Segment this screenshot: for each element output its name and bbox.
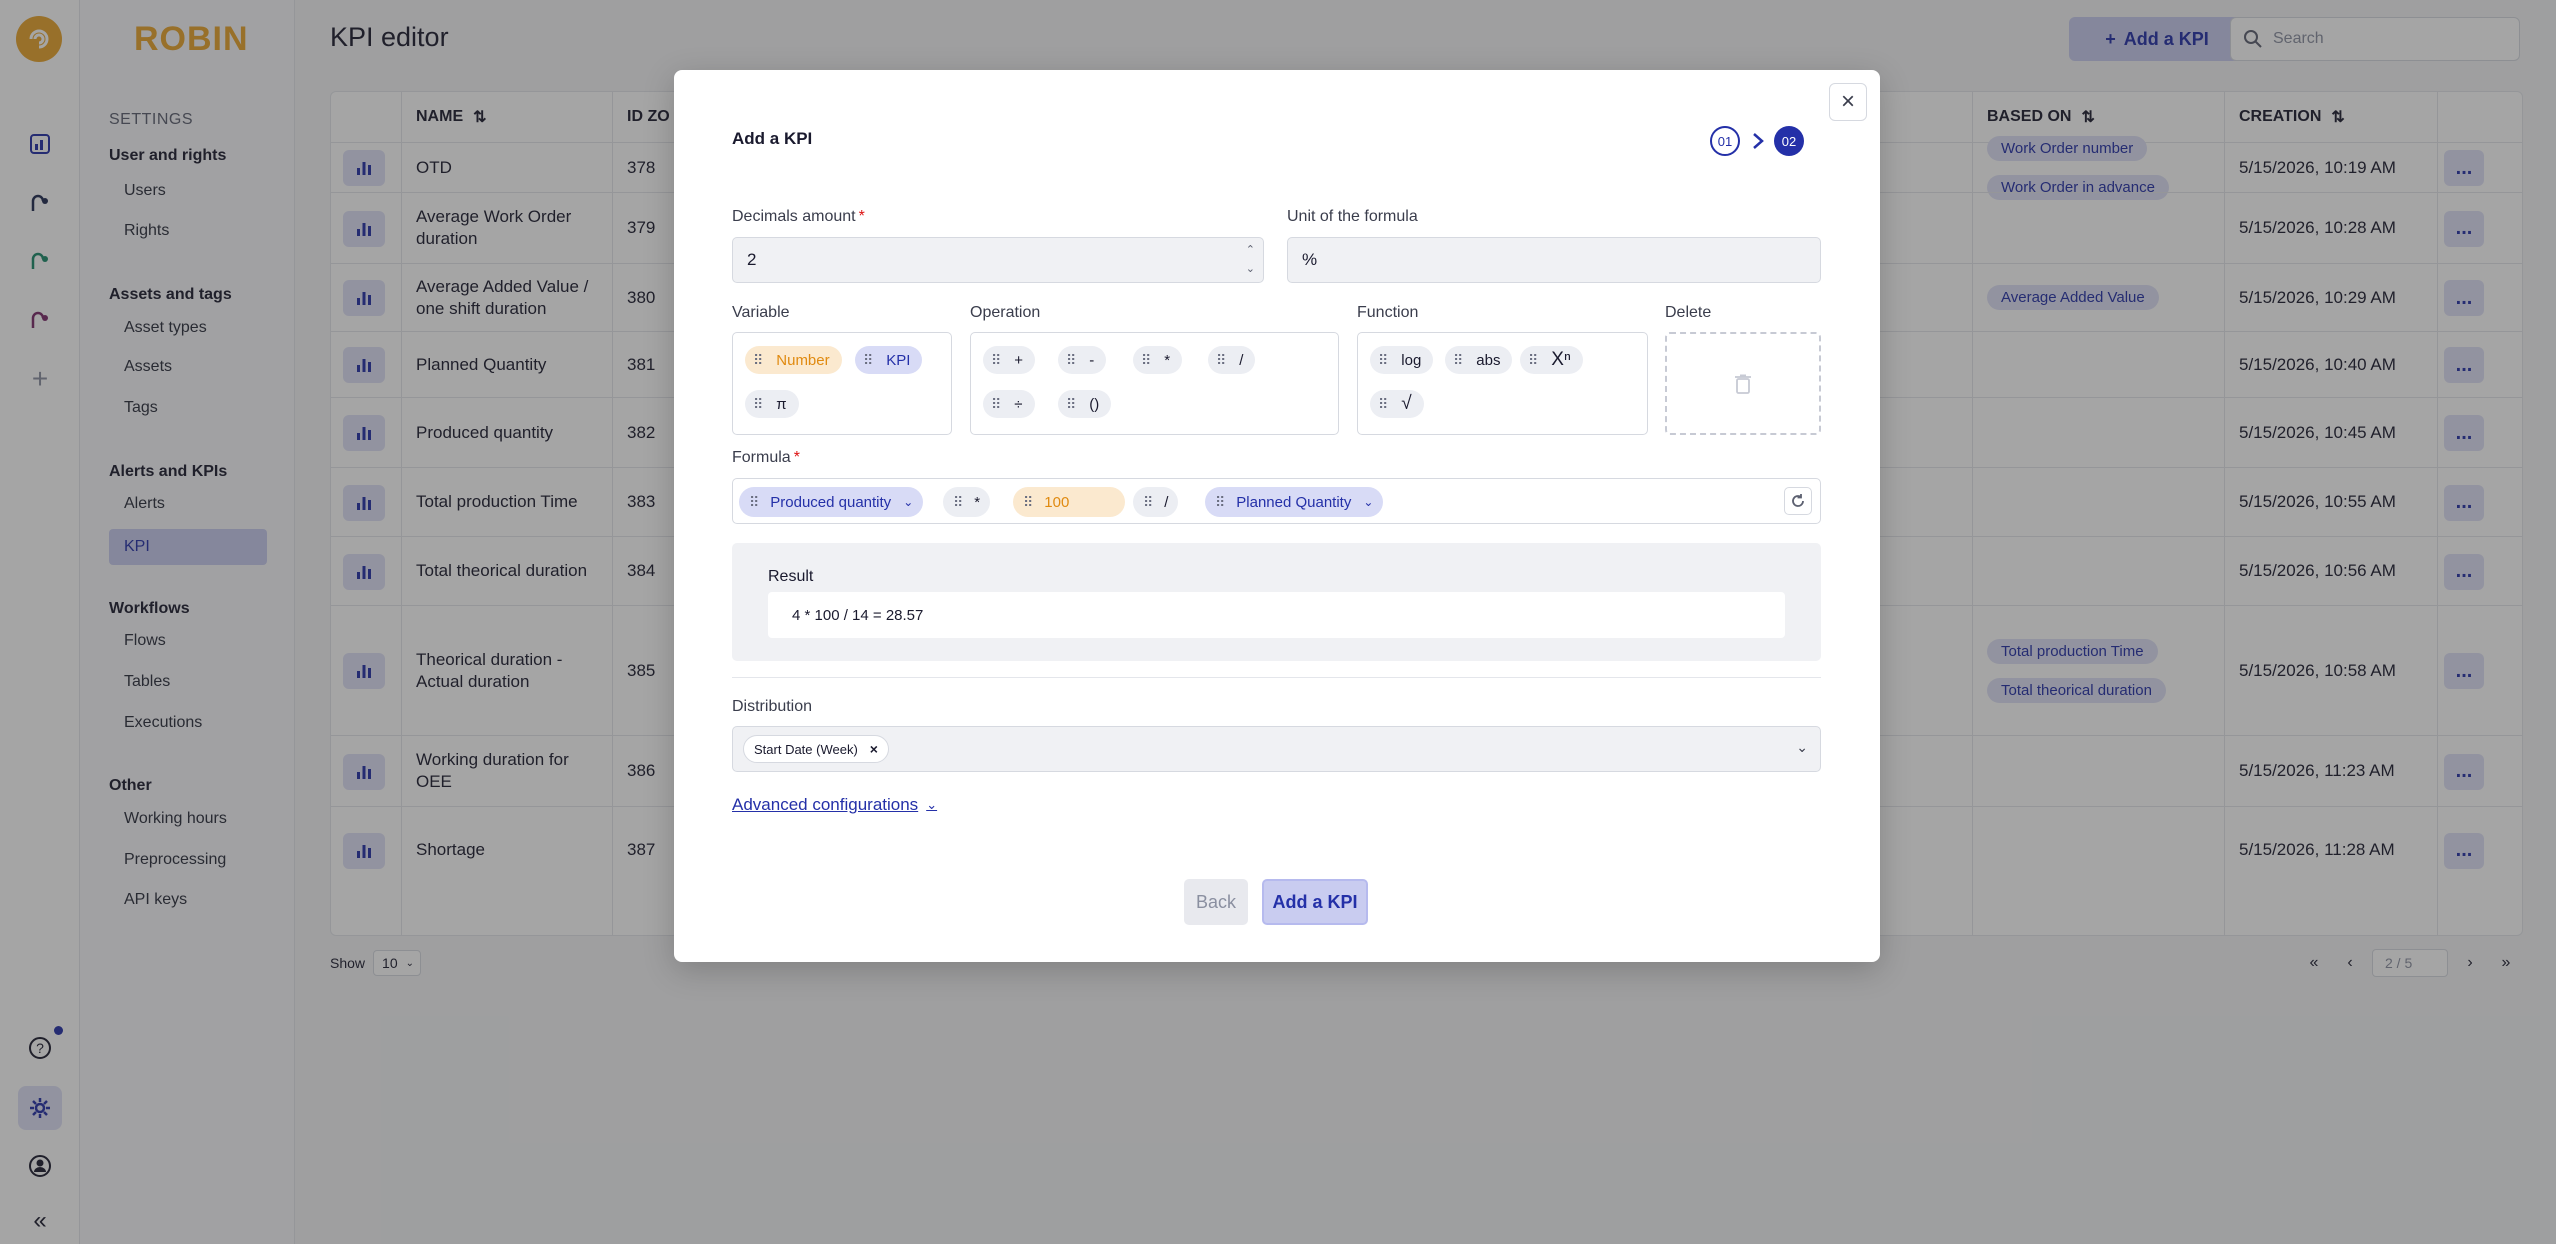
drag-handle-icon[interactable]: ⠿	[749, 494, 759, 511]
formula-label-text: Formula	[732, 449, 791, 466]
step-down-icon[interactable]: ⌄	[1246, 261, 1255, 278]
chip-label: Xⁿ	[1551, 349, 1571, 370]
divider	[732, 677, 1821, 678]
formula-token-multiply[interactable]: ⠿ *	[943, 487, 991, 517]
drag-handle-icon[interactable]: ⠿	[1023, 494, 1033, 511]
chip-label: *	[1164, 351, 1171, 369]
formula-label: Formula *	[732, 449, 800, 466]
remove-chip-icon[interactable]: ×	[870, 741, 878, 757]
chevron-right-icon	[1753, 133, 1764, 149]
drag-handle-icon[interactable]: ⠿	[1066, 352, 1076, 369]
drag-handle-icon[interactable]: ⠿	[753, 352, 763, 369]
drag-handle-icon[interactable]: ⠿	[1453, 352, 1463, 369]
drag-handle-icon[interactable]: ⠿	[953, 494, 963, 511]
result-value: 4 * 100 / 14 = 28.57	[768, 592, 1785, 638]
reset-formula-icon[interactable]	[1784, 487, 1812, 515]
chip-label: √	[1401, 393, 1412, 414]
operation-palette: ⠿ + ⠿ - ⠿ * ⠿ / ⠿ ÷ ⠿()	[970, 332, 1339, 435]
advanced-configurations-label: Advanced configurations	[732, 795, 919, 814]
token-label: Produced quantity	[770, 493, 892, 511]
chevron-down-icon[interactable]: ⌄	[903, 495, 913, 509]
token-label: /	[1164, 493, 1169, 511]
operation-chip-multiply[interactable]: ⠿ *	[1133, 346, 1183, 374]
formula-token-number-100[interactable]: ⠿ 100	[1013, 487, 1125, 517]
add-kpi-modal: × Add a KPI 01 02 Decimals amount * 2 ⌃ ⌄…	[674, 70, 1880, 962]
variable-chip-pi[interactable]: ⠿ π	[745, 390, 799, 418]
drag-handle-icon[interactable]: ⠿	[1141, 352, 1151, 369]
variable-chip-kpi[interactable]: ⠿ KPI	[855, 346, 923, 374]
unit-label: Unit of the formula	[1287, 208, 1418, 225]
modal-title: Add a KPI	[732, 129, 813, 148]
function-label: Function	[1357, 304, 1419, 321]
result-panel: Result 4 * 100 / 14 = 28.57	[732, 543, 1821, 661]
result-label: Result	[768, 568, 814, 585]
delete-drop-zone[interactable]	[1665, 332, 1821, 435]
variable-label: Variable	[732, 304, 790, 321]
delete-label: Delete	[1665, 304, 1712, 321]
chip-label: KPI	[886, 351, 911, 369]
decimals-value: 2	[747, 250, 757, 269]
chip-label: +	[1014, 351, 1024, 369]
close-icon[interactable]: ×	[1829, 83, 1867, 121]
submit-add-kpi-button[interactable]: Add a KPI	[1262, 879, 1368, 925]
step-up-icon[interactable]: ⌃	[1246, 242, 1255, 259]
drag-handle-icon[interactable]: ⠿	[1378, 396, 1388, 413]
chevron-down-icon: ⌄	[926, 797, 938, 812]
function-chip-sqrt[interactable]: ⠿ √	[1370, 390, 1424, 418]
token-label: 100	[1044, 493, 1070, 511]
distribution-chip-label: Start Date (Week)	[754, 741, 858, 757]
function-palette: ⠿ log ⠿ abs ⠿ Xⁿ ⠿ √	[1357, 332, 1648, 435]
formula-builder[interactable]: ⠿ Produced quantity ⌄ ⠿ * ⠿ 100 ⠿ / ⠿ Pl…	[732, 478, 1821, 524]
drag-handle-icon[interactable]: ⠿	[1066, 396, 1076, 413]
drag-handle-icon[interactable]: ⠿	[1143, 494, 1153, 511]
token-label: *	[974, 493, 981, 511]
decimals-label: Decimals amount *	[732, 208, 865, 225]
chip-label: log	[1401, 351, 1422, 369]
distribution-select[interactable]: Start Date (Week) × ⌄	[732, 726, 1821, 772]
advanced-configurations-link[interactable]: Advanced configurations ⌄	[732, 795, 937, 815]
formula-token-divide[interactable]: ⠿ /	[1133, 487, 1179, 517]
token-label: Planned Quantity	[1236, 493, 1352, 511]
formula-token-planned-quantity[interactable]: ⠿ Planned Quantity ⌄	[1205, 487, 1384, 517]
operation-chip-division-sign[interactable]: ⠿ ÷	[983, 390, 1035, 418]
drag-handle-icon[interactable]: ⠿	[991, 396, 1001, 413]
formula-token-produced-quantity[interactable]: ⠿ Produced quantity ⌄	[739, 487, 924, 517]
chevron-down-icon[interactable]: ⌄	[1796, 739, 1808, 756]
chip-label: ()	[1089, 395, 1100, 413]
drag-handle-icon[interactable]: ⠿	[1378, 352, 1388, 369]
step-1-indicator[interactable]: 01	[1710, 126, 1740, 156]
trash-icon	[1735, 374, 1751, 394]
chip-label: /	[1239, 351, 1244, 369]
chip-label: -	[1089, 351, 1095, 369]
distribution-label: Distribution	[732, 698, 813, 715]
drag-handle-icon[interactable]: ⠿	[1528, 352, 1538, 369]
variable-palette: ⠿ Number ⠿ KPI ⠿ π	[732, 332, 952, 435]
drag-handle-icon[interactable]: ⠿	[753, 396, 763, 413]
operation-chip-minus[interactable]: ⠿ -	[1058, 346, 1107, 374]
decimals-input[interactable]: 2 ⌃ ⌄	[732, 237, 1264, 283]
step-2-indicator[interactable]: 02	[1774, 126, 1804, 156]
operation-chip-plus[interactable]: ⠿ +	[983, 346, 1036, 374]
distribution-chip: Start Date (Week) ×	[743, 735, 889, 763]
variable-chip-number[interactable]: ⠿ Number	[745, 346, 842, 374]
operation-chip-parentheses[interactable]: ⠿ ()	[1058, 390, 1112, 418]
chip-label: ÷	[1014, 395, 1023, 413]
drag-handle-icon[interactable]: ⠿	[1215, 494, 1225, 511]
unit-input[interactable]: %	[1287, 237, 1821, 283]
chip-label: π	[776, 395, 787, 413]
chip-label: Number	[776, 351, 830, 369]
operation-label: Operation	[970, 304, 1041, 321]
function-chip-abs[interactable]: ⠿ abs	[1445, 346, 1513, 374]
decimals-label-text: Decimals amount	[732, 208, 856, 225]
function-chip-power[interactable]: ⠿ Xⁿ	[1520, 346, 1583, 374]
drag-handle-icon[interactable]: ⠿	[1216, 352, 1226, 369]
drag-handle-icon[interactable]: ⠿	[863, 352, 873, 369]
back-button[interactable]: Back	[1184, 879, 1248, 925]
function-chip-log[interactable]: ⠿ log	[1370, 346, 1434, 374]
operation-chip-divide[interactable]: ⠿ /	[1208, 346, 1256, 374]
chip-label: abs	[1476, 351, 1501, 369]
chevron-down-icon[interactable]: ⌄	[1363, 495, 1373, 509]
drag-handle-icon[interactable]: ⠿	[991, 352, 1001, 369]
number-stepper[interactable]: ⌃ ⌄	[1246, 242, 1255, 278]
